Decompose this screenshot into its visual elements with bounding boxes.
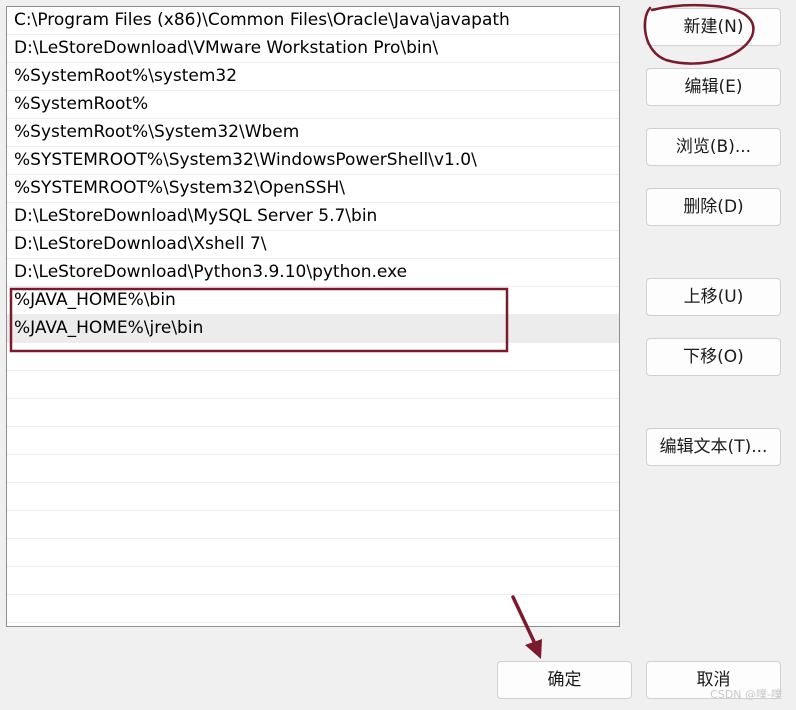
new-button[interactable]: 新建(N) — [646, 8, 781, 46]
path-item-selected[interactable]: %JAVA_HOME%\jre\bin — [7, 315, 619, 343]
path-item[interactable]: %SYSTEMROOT%\System32\WindowsPowerShell\… — [7, 147, 619, 175]
empty-row[interactable] — [7, 399, 619, 427]
edit-button[interactable]: 编辑(E) — [646, 68, 781, 106]
empty-row[interactable] — [7, 539, 619, 567]
delete-button[interactable]: 删除(D) — [646, 188, 781, 226]
path-list[interactable]: C:\Program Files (x86)\Common Files\Orac… — [6, 6, 620, 627]
empty-row[interactable] — [7, 343, 619, 371]
empty-row[interactable] — [7, 595, 619, 623]
path-item[interactable]: C:\Program Files (x86)\Common Files\Orac… — [7, 7, 619, 35]
path-item[interactable]: D:\LeStoreDownload\MySQL Server 5.7\bin — [7, 203, 619, 231]
move-up-button[interactable]: 上移(U) — [646, 278, 781, 316]
edit-text-button[interactable]: 编辑文本(T)... — [646, 428, 781, 466]
empty-row[interactable] — [7, 371, 619, 399]
path-item[interactable]: D:\LeStoreDownload\VMware Workstation Pr… — [7, 35, 619, 63]
empty-row[interactable] — [7, 427, 619, 455]
ok-button[interactable]: 确定 — [497, 661, 632, 699]
path-item[interactable]: %SYSTEMROOT%\System32\OpenSSH\ — [7, 175, 619, 203]
empty-row[interactable] — [7, 567, 619, 595]
move-down-button[interactable]: 下移(O) — [646, 338, 781, 376]
empty-row[interactable] — [7, 483, 619, 511]
path-item[interactable]: %SystemRoot% — [7, 91, 619, 119]
path-item[interactable]: D:\LeStoreDownload\Xshell 7\ — [7, 231, 619, 259]
empty-row[interactable] — [7, 511, 619, 539]
path-item[interactable]: %SystemRoot%\system32 — [7, 63, 619, 91]
path-item[interactable]: %SystemRoot%\System32\Wbem — [7, 119, 619, 147]
path-item[interactable]: %JAVA_HOME%\bin — [7, 287, 619, 315]
empty-row[interactable] — [7, 455, 619, 483]
path-item[interactable]: D:\LeStoreDownload\Python3.9.10\python.e… — [7, 259, 619, 287]
browse-button[interactable]: 浏览(B)... — [646, 128, 781, 166]
arrow-head — [525, 639, 542, 659]
watermark: CSDN @噗-噗 — [710, 688, 782, 701]
